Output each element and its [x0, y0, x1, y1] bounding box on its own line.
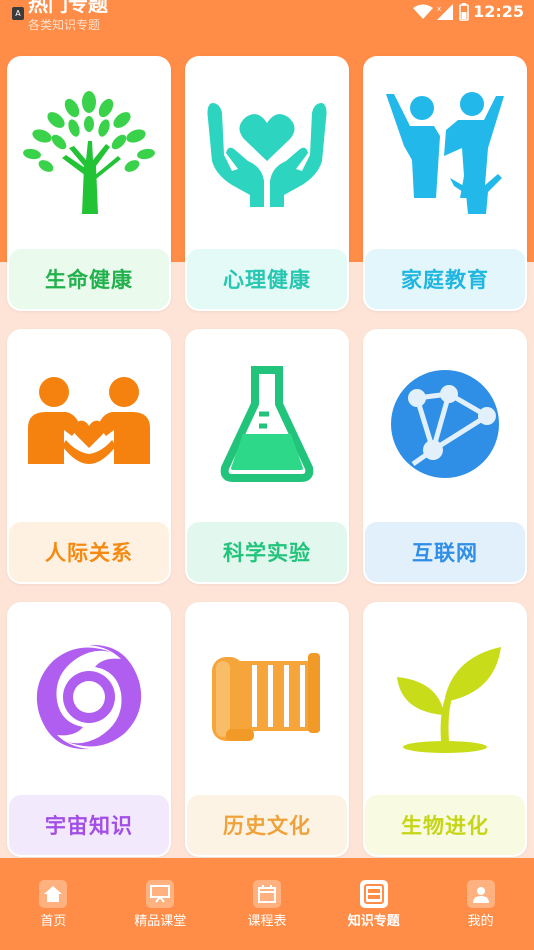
wifi-icon	[413, 4, 434, 19]
tab-label: 首页	[40, 914, 67, 929]
topic-card-family-education[interactable]: 家庭教育	[363, 56, 527, 311]
heart-hands-icon	[207, 103, 327, 207]
page-subtitle: 各类知识专题	[28, 18, 101, 32]
svg-text:x: x	[437, 5, 441, 13]
galaxy-icon	[36, 644, 142, 750]
tab-label: 知识专题	[347, 914, 400, 929]
topic-card-internet[interactable]: 互联网	[363, 329, 527, 584]
home-icon	[39, 880, 68, 908]
scroll-icon	[212, 653, 320, 741]
classroom-icon	[146, 880, 175, 908]
topic-card-mental-health[interactable]: 心理健康	[185, 56, 349, 311]
battery-icon	[459, 2, 469, 21]
profile-icon	[466, 880, 495, 908]
people-heart-icon	[28, 377, 150, 464]
sprout-icon	[397, 647, 501, 753]
network-globe-icon	[391, 370, 499, 478]
topic-card-label: 生物进化	[365, 795, 525, 855]
topic-card-life-health[interactable]: 生命健康	[7, 56, 171, 311]
topic-card-evolution[interactable]: 生物进化	[363, 602, 527, 857]
tab-schedule[interactable]: 课程表	[214, 858, 321, 950]
signal-icon: x	[437, 3, 454, 20]
tab-home[interactable]: 首页	[0, 858, 107, 950]
topic-card-label: 宇宙知识	[9, 795, 169, 855]
tab-label: 课程表	[247, 914, 287, 929]
tab-knowledge-topics[interactable]: 知识专题	[320, 858, 427, 950]
topic-card-label: 家庭教育	[365, 249, 525, 309]
topic-card-label: 互联网	[365, 522, 525, 582]
topic-card-relationships[interactable]: 人际关系	[7, 329, 171, 584]
tree-icon	[23, 91, 155, 214]
bottom-tab-bar: 首页 精品课堂 课程表 知识专题 我的	[0, 858, 534, 950]
topic-card-history-culture[interactable]: 历史文化	[185, 602, 349, 857]
tab-profile[interactable]: 我的	[427, 858, 534, 950]
app-badge-icon: A	[12, 7, 24, 20]
topic-card-science-experiment[interactable]: 科学实验	[185, 329, 349, 584]
flask-icon	[220, 366, 314, 482]
topic-card-label: 人际关系	[9, 522, 169, 582]
tab-label: 我的	[467, 914, 494, 929]
topic-card-label: 生命健康	[9, 249, 169, 309]
topic-card-label: 心理健康	[187, 249, 347, 309]
family-icon	[386, 92, 504, 214]
page-title: 热门专题	[28, 0, 108, 16]
tab-premium-class[interactable]: 精品课堂	[107, 858, 214, 950]
status-icons: x 12:25	[413, 2, 524, 21]
topic-card-label: 历史文化	[187, 795, 347, 855]
status-bar: A 热门专题 各类知识专题 x 12:25	[0, 0, 534, 32]
topic-card-label: 科学实验	[187, 522, 347, 582]
topics-icon	[359, 880, 388, 908]
tab-label: 精品课堂	[134, 914, 187, 929]
status-time: 12:25	[473, 2, 524, 21]
calendar-icon	[252, 880, 281, 908]
topic-card-universe[interactable]: 宇宙知识	[7, 602, 171, 857]
